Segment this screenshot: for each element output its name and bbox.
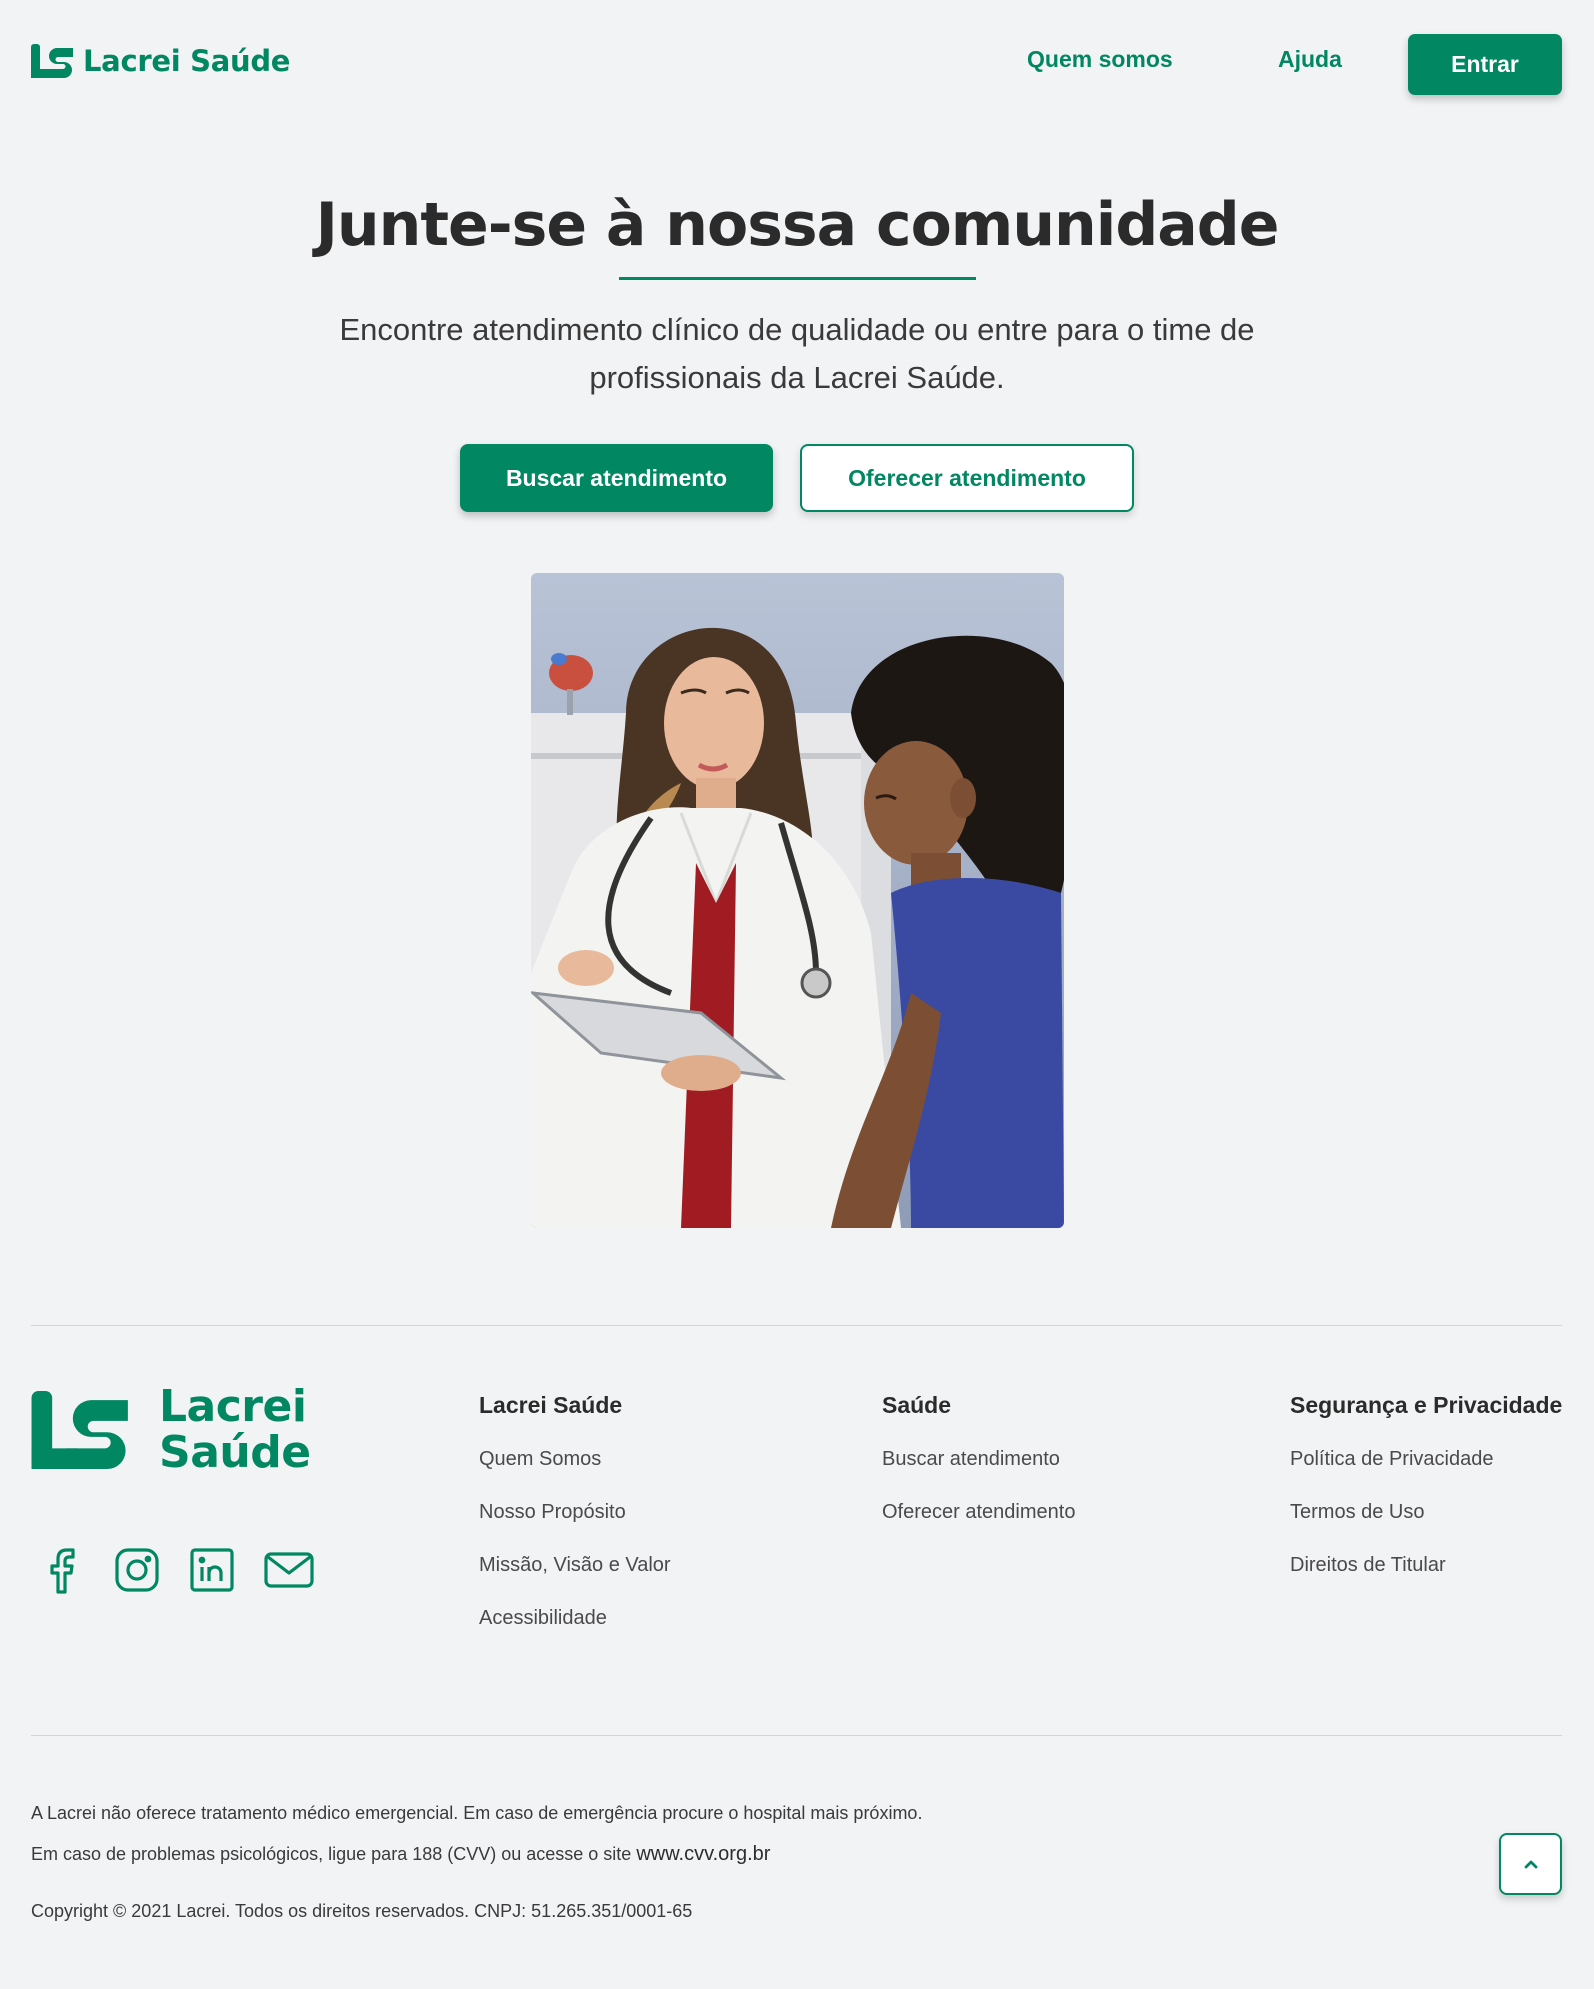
- email-link[interactable]: [263, 1546, 314, 1594]
- login-button[interactable]: Entrar: [1408, 34, 1562, 95]
- hero-image: [531, 573, 1064, 1228]
- footer-link-nosso-proposito[interactable]: Nosso Propósito: [479, 1500, 671, 1553]
- instagram-icon: [115, 1548, 159, 1592]
- footer-column-title: Lacrei Saúde: [479, 1392, 623, 1418]
- emergency-notice: A Lacrei não oferece tratamento médico e…: [31, 1803, 923, 1823]
- header-logo[interactable]: Lacrei Saúde: [31, 44, 290, 78]
- page: Lacrei Saúde Quem somos Ajuda Entrar Jun…: [0, 0, 1594, 1989]
- cvv-notice: Em caso de problemas psicológicos, ligue…: [31, 1843, 770, 1866]
- footer-link-acessibilidade[interactable]: Acessibilidade: [479, 1606, 671, 1659]
- footer-logo-text: Lacrei Saúde: [159, 1384, 311, 1476]
- footer-column-title: Saúde: [882, 1392, 952, 1418]
- footer-link-missao[interactable]: Missão, Visão e Valor: [479, 1553, 671, 1606]
- doctor-with-patient-photo: [531, 573, 1064, 1228]
- site-header: Lacrei Saúde Quem somos Ajuda Entrar: [0, 0, 1594, 128]
- footer-link-direitos[interactable]: Direitos de Titular: [1290, 1553, 1562, 1606]
- social-links: [38, 1546, 314, 1594]
- lacrei-logo-icon: [31, 1391, 128, 1469]
- hero-subtitle: Encontre atendimento clínico de qualidad…: [339, 312, 1255, 395]
- footer-column-saude: Saúde Buscar atendimento Oferecer atendi…: [882, 1392, 1075, 1553]
- footer-column-lacrei: Lacrei Saúde Quem Somos Nosso Propósito …: [479, 1392, 671, 1659]
- footer-divider: [31, 1325, 1562, 1326]
- scroll-to-top-button[interactable]: [1499, 1833, 1562, 1895]
- footer-logo-line2: Saúde: [159, 1427, 311, 1478]
- facebook-icon: [50, 1548, 75, 1594]
- oferecer-atendimento-button[interactable]: Oferecer atendimento: [800, 444, 1134, 512]
- page-title: Junte-se à nossa comunidade: [315, 190, 1280, 260]
- copyright: Copyright © 2021 Lacrei. Todos os direit…: [31, 1901, 693, 1921]
- footer-link-termos[interactable]: Termos de Uso: [1290, 1500, 1562, 1553]
- cvv-site-link[interactable]: www.cvv.org.br: [636, 1843, 770, 1865]
- footer-column-title: Segurança e Privacidade: [1290, 1392, 1563, 1418]
- header-logo-text: Lacrei Saúde: [83, 44, 291, 78]
- mail-icon: [264, 1552, 314, 1588]
- footer-divider: [31, 1735, 1562, 1736]
- cvv-notice-text: Em caso de problemas psicológicos, ligue…: [31, 1844, 637, 1864]
- footer-link-quem-somos[interactable]: Quem Somos: [479, 1447, 671, 1500]
- footer-link-buscar[interactable]: Buscar atendimento: [882, 1447, 1075, 1500]
- nav-quem-somos[interactable]: Quem somos: [1027, 46, 1173, 73]
- footer-logo-line1: Lacrei: [159, 1381, 307, 1432]
- lacrei-logo-icon: [31, 44, 73, 78]
- facebook-link[interactable]: [38, 1546, 86, 1594]
- linkedin-link[interactable]: [188, 1546, 236, 1594]
- footer-link-oferecer[interactable]: Oferecer atendimento: [882, 1500, 1075, 1553]
- linkedin-icon: [190, 1548, 234, 1592]
- footer-logo: Lacrei Saúde: [31, 1384, 311, 1476]
- chevron-up-icon: [1524, 1860, 1537, 1869]
- footer-link-politica[interactable]: Política de Privacidade: [1290, 1447, 1562, 1500]
- footer-column-privacidade: Segurança e Privacidade Política de Priv…: [1290, 1392, 1562, 1606]
- nav-ajuda[interactable]: Ajuda: [1278, 46, 1342, 73]
- instagram-link[interactable]: [113, 1546, 161, 1594]
- title-underline: [619, 277, 976, 280]
- buscar-atendimento-button[interactable]: Buscar atendimento: [460, 444, 773, 512]
